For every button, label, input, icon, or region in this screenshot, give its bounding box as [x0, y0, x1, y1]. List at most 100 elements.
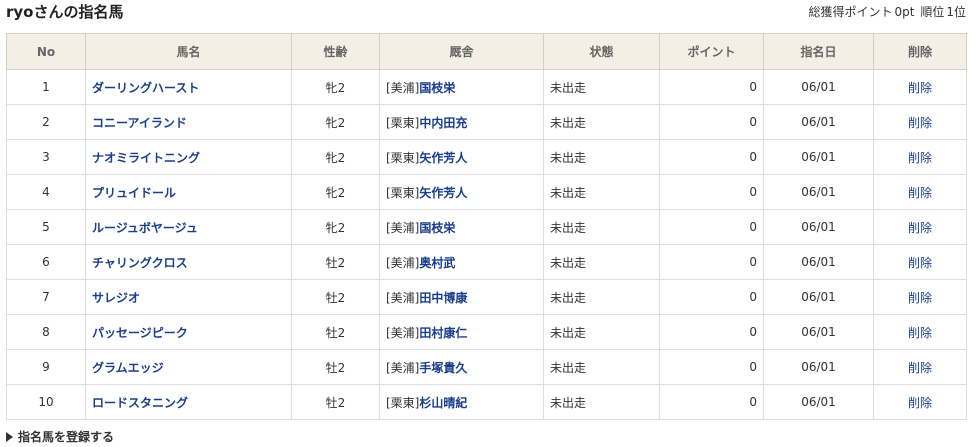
table-row: 2 コニーアイランド 牝2 [栗東]中内田充 未出走 0 06/01 削除 [6, 104, 967, 140]
sex-age: 牝2 [291, 209, 380, 245]
sex-age: 牝2 [291, 69, 380, 105]
delete-link[interactable]: 削除 [908, 256, 932, 270]
trainer-link[interactable]: 中内田充 [419, 116, 467, 130]
row-number: 1 [6, 69, 86, 105]
sex-age: 牝2 [291, 139, 380, 175]
stable-cell: [栗東]矢作芳人 [379, 174, 544, 210]
horse-name-link[interactable]: グラムエッジ [92, 361, 164, 375]
delete-link[interactable]: 削除 [908, 396, 932, 410]
trainer-region: [美浦] [386, 220, 420, 235]
horse-name-link[interactable]: コニーアイランド [92, 116, 187, 130]
trainer-region: [美浦] [386, 255, 420, 270]
delete-link[interactable]: 削除 [908, 291, 932, 305]
horse-name-cell: グラムエッジ [85, 349, 292, 385]
trainer-link[interactable]: 田村康仁 [419, 326, 467, 340]
points: 0 [659, 209, 764, 245]
horse-name-cell: ロードスタニング [85, 384, 292, 420]
stable-cell: [栗東]中内田充 [379, 104, 544, 140]
horse-name-link[interactable]: パッセージピーク [92, 326, 188, 340]
stable-cell: [栗東]矢作芳人 [379, 139, 544, 175]
points: 0 [659, 69, 764, 105]
delete-link[interactable]: 削除 [908, 326, 932, 340]
horse-name-link[interactable]: プリュイドール [92, 186, 176, 200]
sex-age: 牡2 [291, 314, 380, 350]
status: 未出走 [543, 104, 660, 140]
delete-link[interactable]: 削除 [908, 116, 932, 130]
trainer-link[interactable]: 田中博康 [419, 291, 467, 305]
column-header-no: No [6, 33, 86, 70]
nominated-date: 06/01 [763, 174, 874, 210]
register-horse-label: 指名馬を登録する [18, 430, 115, 444]
horse-name-cell: サレジオ [85, 279, 292, 315]
table-row: 3 ナオミライトニング 牝2 [栗東]矢作芳人 未出走 0 06/01 削除 [6, 139, 967, 175]
nominated-date: 06/01 [763, 349, 874, 385]
trainer-region: [栗東] [386, 150, 420, 165]
total-points-value: 0pt [894, 5, 915, 19]
points: 0 [659, 104, 764, 140]
table-header-row: No 馬名 性齢 厩舎 状態 ポイント 指名日 削除 [6, 33, 967, 70]
horse-name-cell: ナオミライトニング [85, 139, 292, 175]
points: 0 [659, 244, 764, 280]
horse-name-link[interactable]: ダーリングハースト [92, 81, 199, 95]
stable-cell: [美浦]奥村武 [379, 244, 544, 280]
delete-cell: 削除 [873, 384, 967, 420]
delete-link[interactable]: 削除 [908, 151, 932, 165]
trainer-link[interactable]: 国枝栄 [419, 81, 455, 95]
stable-cell: [美浦]国枝栄 [379, 209, 544, 245]
row-number: 7 [6, 279, 86, 315]
horse-name-link[interactable]: ルージュボヤージュ [92, 221, 198, 235]
status: 未出走 [543, 314, 660, 350]
trainer-link[interactable]: 手塚貴久 [419, 361, 467, 375]
stable-cell: [美浦]田中博康 [379, 279, 544, 315]
horse-name-link[interactable]: チャリングクロス [92, 256, 188, 270]
status: 未出走 [543, 139, 660, 175]
nominated-date: 06/01 [763, 209, 874, 245]
delete-link[interactable]: 削除 [908, 221, 932, 235]
nominated-date: 06/01 [763, 139, 874, 175]
horse-name-link[interactable]: ロードスタニング [92, 396, 188, 410]
delete-link[interactable]: 削除 [908, 361, 932, 375]
nominated-horses-table: No 馬名 性齢 厩舎 状態 ポイント 指名日 削除 1 ダーリングハースト 牝2[… [6, 33, 967, 420]
row-number: 10 [6, 384, 86, 420]
row-number: 4 [6, 174, 86, 210]
stable-cell: [美浦]手塚貴久 [379, 349, 544, 385]
points: 0 [659, 174, 764, 210]
horse-name-link[interactable]: ナオミライトニング [92, 151, 200, 165]
trainer-region: [美浦] [386, 290, 420, 305]
rank-label: 順位 [920, 5, 945, 19]
points: 0 [659, 349, 764, 385]
total-points-label: 総獲得ポイント [808, 5, 893, 19]
nominated-date: 06/01 [763, 279, 874, 315]
row-number: 8 [6, 314, 86, 350]
nominated-date: 06/01 [763, 314, 874, 350]
column-header-points: ポイント [659, 33, 764, 70]
register-horse-link[interactable]: 指名馬を登録する [6, 429, 114, 445]
row-number: 5 [6, 209, 86, 245]
status: 未出走 [543, 174, 660, 210]
trainer-link[interactable]: 奥村武 [419, 256, 455, 270]
sex-age: 牡2 [291, 244, 380, 280]
delete-cell: 削除 [873, 349, 967, 385]
horse-name-cell: チャリングクロス [85, 244, 292, 280]
delete-link[interactable]: 削除 [908, 186, 932, 200]
horse-name-cell: プリュイドール [85, 174, 292, 210]
table-row: 8 パッセージピーク 牡2 [美浦]田村康仁 未出走 0 06/01 削除 [6, 314, 967, 350]
nominated-date: 06/01 [763, 244, 874, 280]
delete-cell: 削除 [873, 244, 967, 280]
trainer-link[interactable]: 矢作芳人 [419, 151, 467, 165]
trainer-link[interactable]: 矢作芳人 [419, 186, 467, 200]
trainer-link[interactable]: 国枝栄 [419, 221, 455, 235]
horse-name-cell: ルージュボヤージュ [85, 209, 292, 245]
delete-cell: 削除 [873, 314, 967, 350]
column-header-status: 状態 [543, 33, 660, 70]
horse-name-cell: コニーアイランド [85, 104, 292, 140]
sex-age: 牝2 [291, 174, 380, 210]
delete-link[interactable]: 削除 [908, 81, 932, 95]
column-header-date: 指名日 [763, 33, 874, 70]
horse-name-link[interactable]: サレジオ [92, 291, 140, 305]
row-number: 6 [6, 244, 86, 280]
trainer-link[interactable]: 杉山晴紀 [419, 396, 467, 410]
table-row: 4 プリュイドール 牝2 [栗東]矢作芳人 未出走 0 06/01 削除 [6, 174, 967, 210]
stable-cell: [美浦]田村康仁 [379, 314, 544, 350]
table-row: 5 ルージュボヤージュ 牝2 [美浦]国枝栄 未出走 0 06/01 削除 [6, 209, 967, 245]
